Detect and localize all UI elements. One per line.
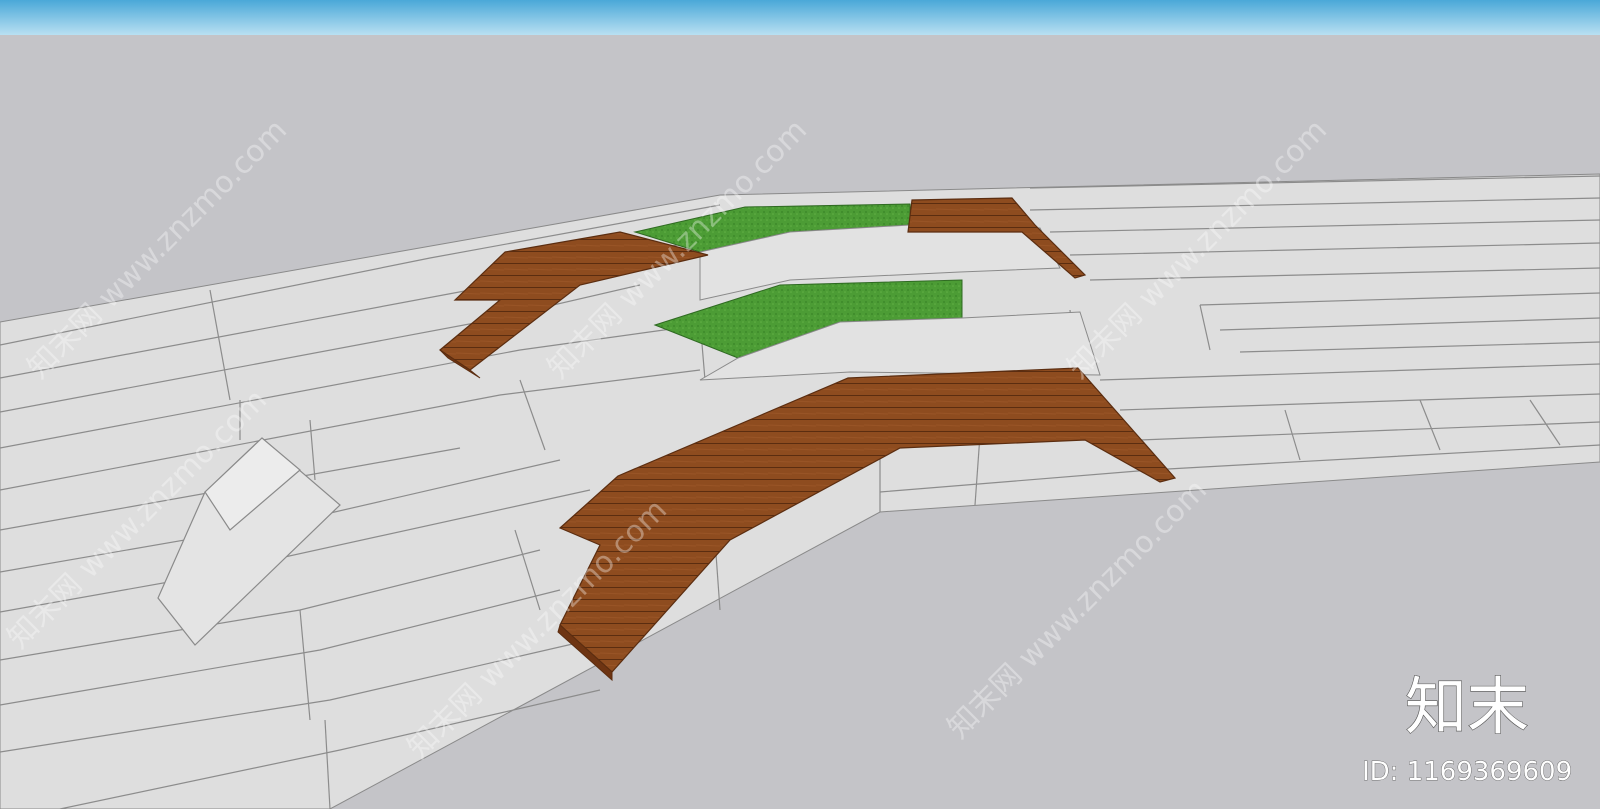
watermark-logo: 知末 bbox=[1405, 670, 1529, 743]
sky-strip bbox=[0, 0, 1600, 35]
3d-model-scene: 知末网 www.znzmo.com 知末网 www.znzmo.com 知末网 … bbox=[0, 0, 1600, 809]
watermark-id: ID: 1169369609 bbox=[1362, 757, 1572, 787]
